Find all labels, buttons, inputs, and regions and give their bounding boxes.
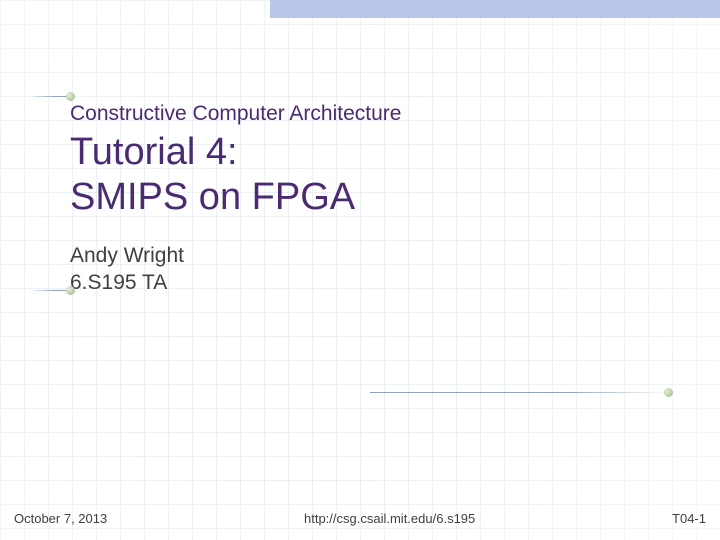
rule-lower-right [370, 392, 670, 393]
bullet-dot-mid [66, 286, 75, 295]
author-block: Andy Wright 6.S195 TA [70, 242, 650, 297]
slide-footer: October 7, 2013 http://csg.csail.mit.edu… [0, 511, 720, 526]
slide-title-line2: SMIPS on FPGA [70, 175, 650, 220]
footer-date: October 7, 2013 [14, 511, 107, 526]
bullet-dot-top [66, 92, 75, 101]
rule-top-left [30, 96, 70, 97]
footer-slide-id: T04-1 [672, 511, 706, 526]
bullet-dot-lower [664, 388, 673, 397]
rule-mid-left [30, 290, 70, 291]
top-accent-bar [270, 0, 720, 18]
footer-url: http://csg.csail.mit.edu/6.s195 [304, 511, 475, 526]
slide-title-line1: Tutorial 4: [70, 130, 650, 175]
author-role: 6.S195 TA [70, 269, 650, 296]
title-block: Constructive Computer Architecture Tutor… [70, 100, 650, 297]
slide-subtitle: Constructive Computer Architecture [70, 100, 650, 128]
author-name: Andy Wright [70, 242, 650, 269]
